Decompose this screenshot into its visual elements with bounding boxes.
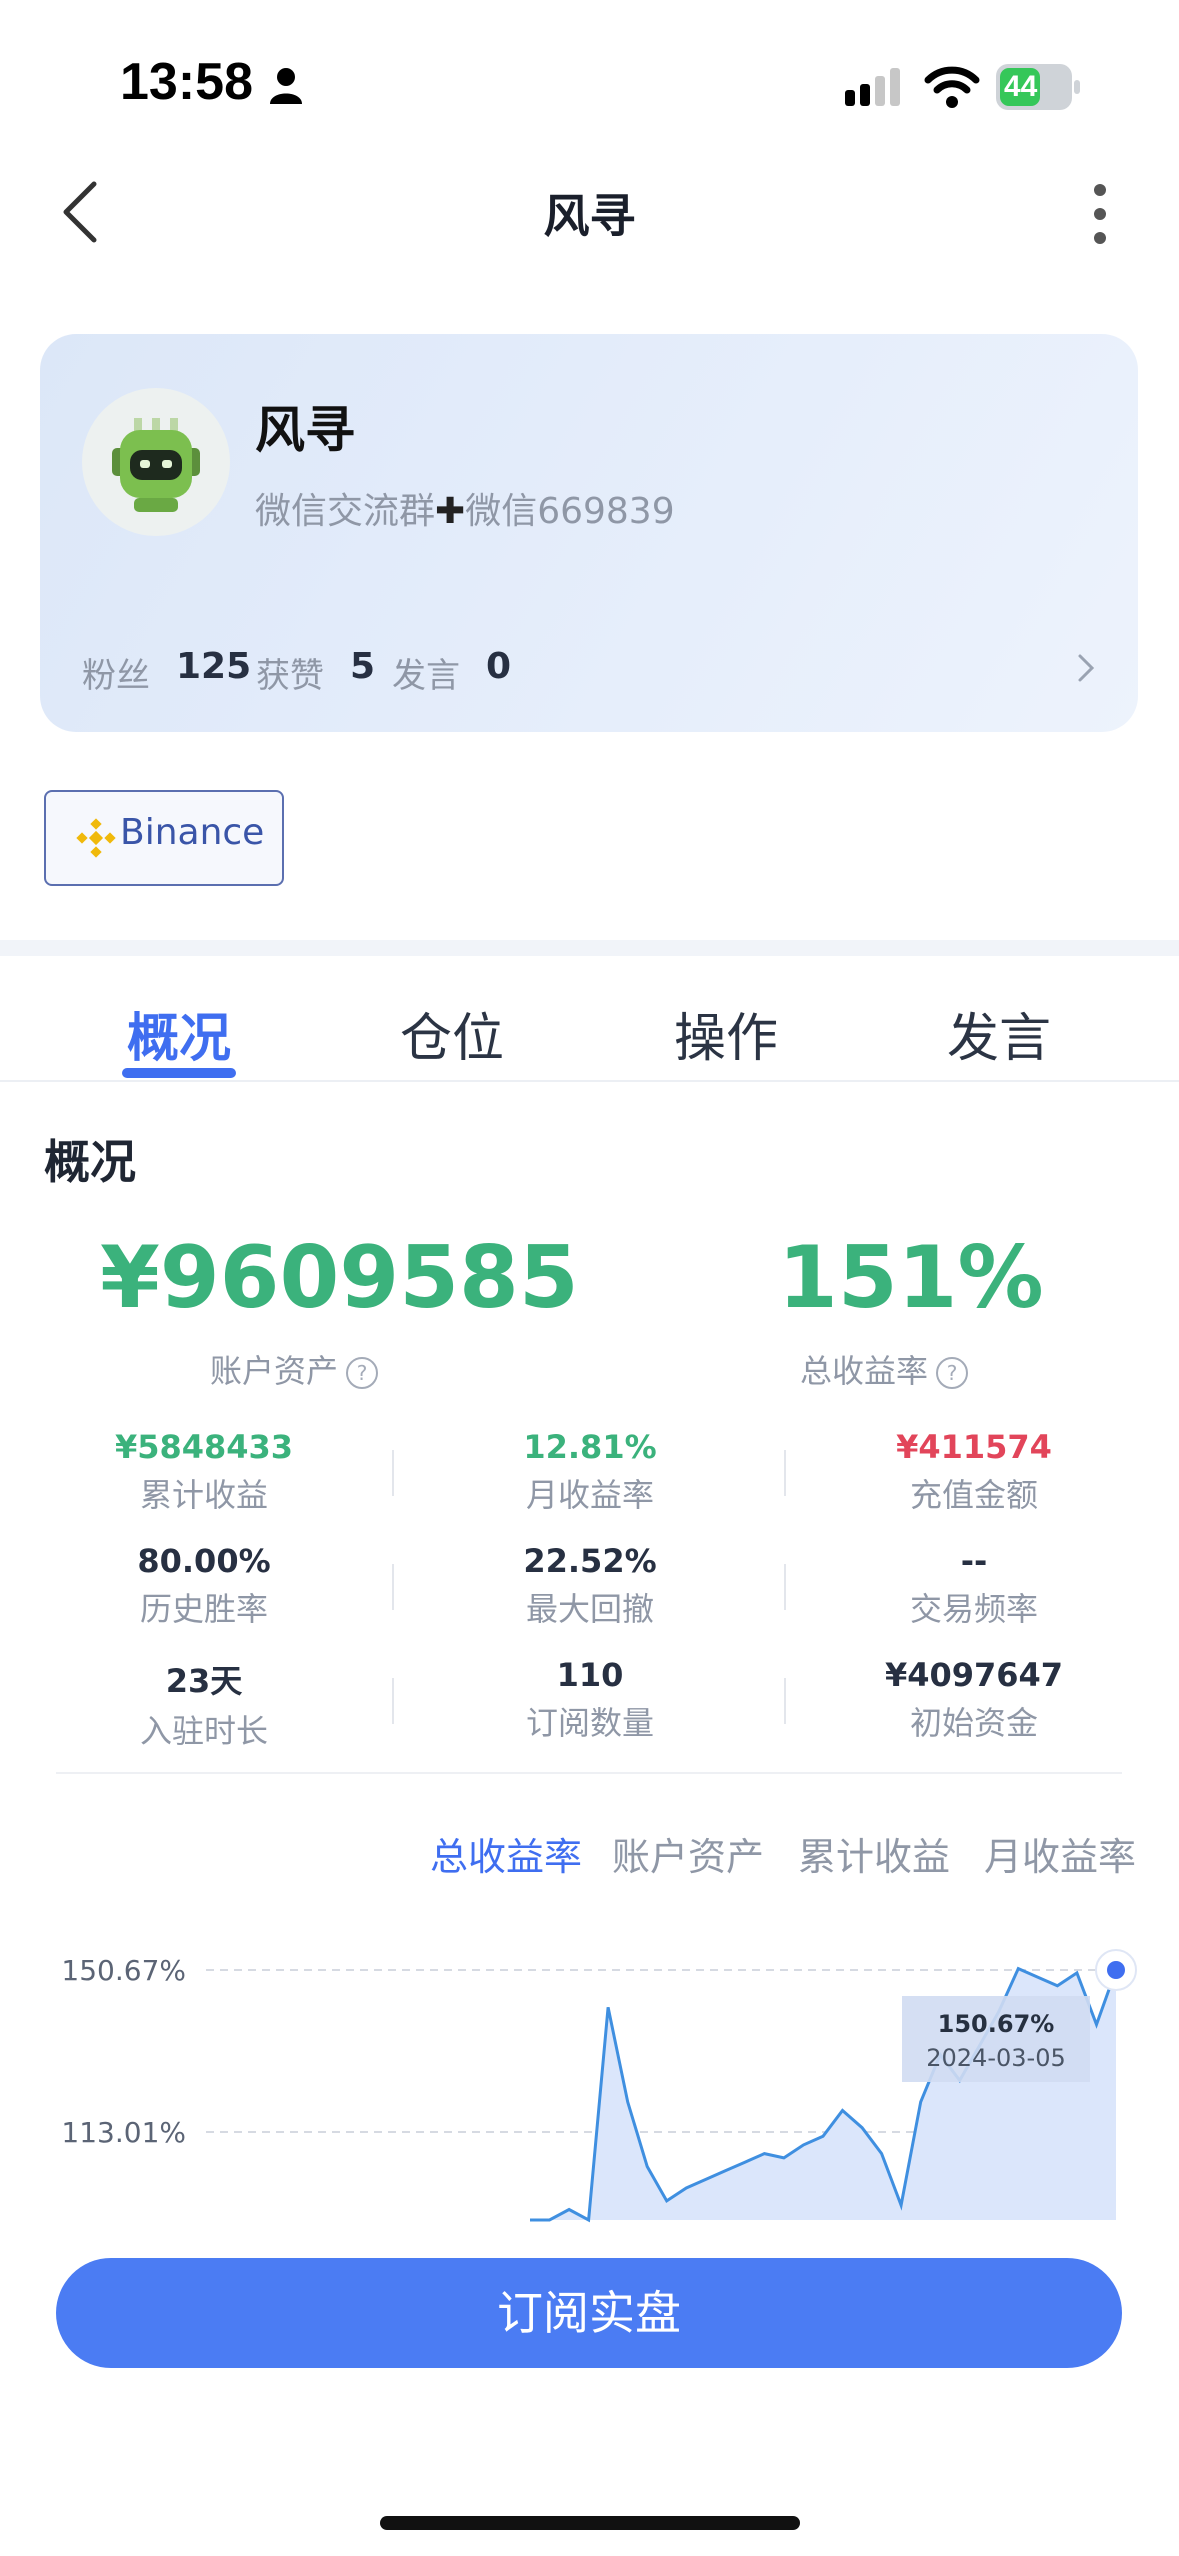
chart-tab-total-return[interactable]: 总收益率 (430, 1826, 582, 1881)
robot-avatar-icon (112, 418, 200, 512)
y-tick-label: 150.67% (61, 1954, 186, 1987)
help-icon[interactable]: ? (936, 1357, 969, 1389)
more-options-icon[interactable] (1090, 182, 1110, 246)
stat-label: 入驻时长 (139, 1712, 268, 1750)
tab-separator (0, 1080, 1179, 1082)
total-return-value: 151% (778, 1228, 1044, 1328)
grid-separator (392, 1450, 394, 1496)
assets-label-text: 账户资产 (210, 1352, 339, 1390)
plus-icon: ✚ (435, 491, 466, 532)
stat-value: 12.81% (523, 1428, 657, 1466)
stat-label: 订阅数量 (525, 1704, 654, 1742)
chevron-right-icon[interactable] (1076, 652, 1096, 688)
stat-value: -- (960, 1542, 988, 1580)
stat-win-rate: 80.00% 历史胜率 (14, 1542, 394, 1630)
stat-value: ¥4097647 (884, 1656, 1064, 1694)
tooltip-date: 2024-03-05 (926, 2044, 1065, 2072)
stat-max-drawdown: 22.52% 最大回撤 (400, 1542, 780, 1630)
followers-count: 125 (176, 646, 252, 687)
home-indicator (380, 2516, 800, 2530)
description-wechat: 微信669839 (465, 491, 675, 532)
description-group: 微信交流群 (255, 491, 436, 532)
stat-initial-capital: ¥4097647 初始资金 (784, 1656, 1164, 1744)
return-label-text: 总收益率 (800, 1352, 929, 1390)
avatar (82, 388, 230, 536)
tab-overview[interactable]: 概况 (79, 996, 279, 1071)
tab-posts[interactable]: 发言 (899, 996, 1099, 1071)
likes-count: 5 (350, 646, 376, 687)
grid-separator (784, 1678, 786, 1724)
highlight-point[interactable] (1107, 1961, 1125, 1979)
tab-operations[interactable]: 操作 (626, 996, 826, 1071)
grid-separator (392, 1678, 394, 1724)
likes-label: 获赞 (256, 656, 324, 696)
stat-value: 80.00% (137, 1542, 271, 1580)
stat-subscribers: 110 订阅数量 (400, 1656, 780, 1744)
stat-tenure: 23天入驻时长 (14, 1656, 394, 1752)
stat-cumulative-profit: ¥5848433 累计收益 (14, 1428, 394, 1516)
status-time: 13:58 (120, 53, 253, 111)
wifi-icon (924, 66, 980, 112)
section-title: 概况 (44, 1135, 136, 1189)
subscribe-button[interactable]: 订阅实盘 (56, 2258, 1122, 2368)
tooltip-value: 150.67% (938, 2010, 1055, 2038)
y-tick-label: 113.01% (61, 2116, 186, 2149)
stat-label: 最大回撤 (525, 1590, 654, 1628)
stat-value: 110 (556, 1656, 624, 1694)
stat-deposit-amount: ¥411574 充值金额 (784, 1428, 1164, 1516)
chart-tab-account-assets[interactable]: 账户资产 (612, 1826, 764, 1881)
stat-label: 充值金额 (909, 1476, 1038, 1514)
binance-icon (76, 818, 116, 862)
account-assets-label: 账户资产? (210, 1346, 379, 1392)
stat-value: 23天 (165, 1662, 243, 1700)
exchange-label: Binance (120, 812, 265, 853)
grid-separator (784, 1450, 786, 1496)
followers-label: 粉丝 (82, 656, 150, 696)
grid-separator (392, 1564, 394, 1610)
tab-positions[interactable]: 仓位 (352, 996, 552, 1071)
chart-tab-monthly-return[interactable]: 月收益率 (984, 1826, 1136, 1881)
section-divider (0, 940, 1179, 956)
signal-icon (845, 68, 905, 112)
chart-tab-cumulative-profit[interactable]: 累计收益 (798, 1826, 950, 1881)
total-return-label: 总收益率? (800, 1346, 969, 1392)
stat-label: 历史胜率 (139, 1590, 268, 1628)
help-icon[interactable]: ? (346, 1357, 379, 1389)
grid-bottom-divider (56, 1772, 1122, 1774)
battery-level: 44 (1004, 70, 1038, 103)
active-tab-indicator (122, 1068, 236, 1078)
posts-label: 发言 (392, 656, 460, 696)
stat-label: 累计收益 (139, 1476, 268, 1514)
profile-description: 微信交流群✚微信669839 (255, 482, 675, 534)
profile-name: 风寻 (255, 401, 355, 459)
grid-separator (784, 1564, 786, 1610)
stat-value: 22.52% (523, 1542, 657, 1580)
stat-label: 初始资金 (909, 1704, 1038, 1742)
person-icon (268, 66, 304, 106)
account-assets-value: ¥9609585 (100, 1228, 579, 1328)
stat-label: 月收益率 (525, 1476, 654, 1514)
stat-monthly-return: 12.81% 月收益率 (400, 1428, 780, 1516)
posts-count: 0 (486, 646, 512, 687)
stat-value: ¥5848433 (114, 1428, 294, 1466)
return-chart[interactable]: 150.67% 113.01% 150.67% 2024-03-05 (0, 1920, 1179, 2230)
stat-value: ¥411574 (896, 1428, 1052, 1466)
page-title: 风寻 (543, 189, 636, 243)
stat-trade-frequency: -- 交易频率 (784, 1542, 1164, 1630)
battery-icon: 44 (996, 64, 1080, 110)
stat-label: 交易频率 (909, 1590, 1038, 1628)
